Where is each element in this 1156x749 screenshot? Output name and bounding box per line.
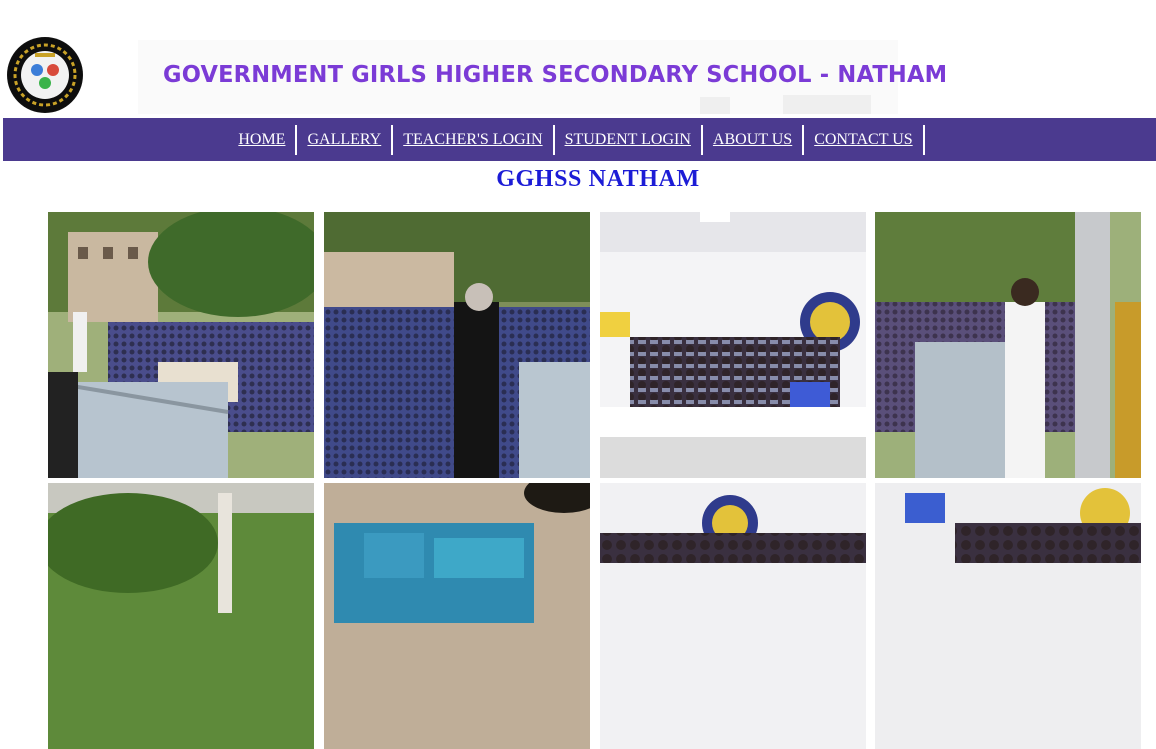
nav-contact-us-link[interactable]: CONTACT US: [804, 124, 925, 155]
classroom-students-photo-2[interactable]: [600, 483, 866, 749]
nav-teachers-login-link[interactable]: TEACHER'S LOGIN: [393, 124, 555, 155]
main-navigation: HOME GALLERY TEACHER'S LOGIN STUDENT LOG…: [3, 118, 1156, 161]
page-heading: GGHSS NATHAM: [496, 166, 700, 192]
nav-gallery-link[interactable]: GALLERY: [297, 124, 394, 155]
banner-decoration: [700, 97, 730, 114]
assembly-photo-2[interactable]: [324, 212, 590, 478]
header-banner: GOVERNMENT GIRLS HIGHER SECONDARY SCHOOL…: [138, 40, 948, 114]
school-title: GOVERNMENT GIRLS HIGHER SECONDARY SCHOOL…: [163, 62, 948, 88]
campus-garden-photo[interactable]: [48, 483, 314, 749]
school-emblem-icon: [7, 37, 83, 113]
wall-mural-photo[interactable]: [324, 483, 590, 749]
classroom-students-photo-3[interactable]: [875, 483, 1141, 749]
classroom-group-photo[interactable]: [600, 212, 866, 478]
nav-home-link[interactable]: HOME: [228, 124, 298, 155]
nav-student-login-link[interactable]: STUDENT LOGIN: [555, 124, 703, 155]
banner-decoration: [783, 95, 871, 114]
nav-about-us-link[interactable]: ABOUT US: [703, 124, 805, 155]
assembly-speaker-photo[interactable]: [875, 212, 1141, 478]
assembly-photo-1[interactable]: [48, 212, 314, 478]
